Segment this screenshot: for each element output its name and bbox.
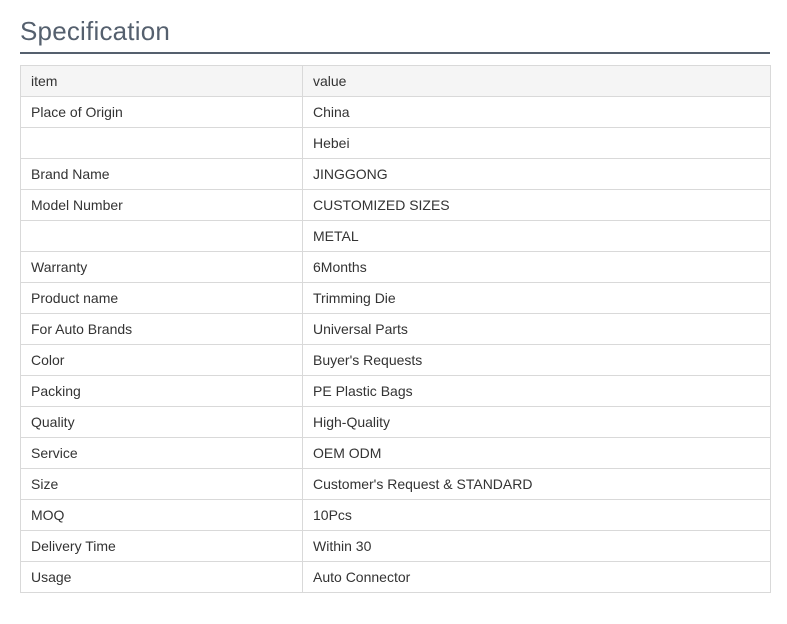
value-cell: PE Plastic Bags bbox=[302, 375, 771, 407]
table-row: Product name Trimming Die bbox=[20, 282, 771, 314]
table-row: Color Buyer's Requests bbox=[20, 344, 771, 376]
value-cell: China bbox=[302, 96, 771, 128]
value-cell: Buyer's Requests bbox=[302, 344, 771, 376]
table-row: Place of Origin China bbox=[20, 96, 771, 128]
item-cell: MOQ bbox=[20, 499, 303, 531]
item-cell: Model Number bbox=[20, 189, 303, 221]
table-row: Model Number CUSTOMIZED SIZES bbox=[20, 189, 771, 221]
header-value-cell: value bbox=[302, 65, 771, 97]
item-cell: Usage bbox=[20, 561, 303, 593]
item-cell: Warranty bbox=[20, 251, 303, 283]
table-row: Quality High-Quality bbox=[20, 406, 771, 438]
header-item-cell: item bbox=[20, 65, 303, 97]
item-cell: Quality bbox=[20, 406, 303, 438]
table-row: METAL bbox=[20, 220, 771, 252]
section-title: Specification bbox=[20, 16, 171, 46]
value-cell: Universal Parts bbox=[302, 313, 771, 345]
item-cell bbox=[20, 127, 303, 159]
value-cell: OEM ODM bbox=[302, 437, 771, 469]
item-cell: Service bbox=[20, 437, 303, 469]
item-cell: For Auto Brands bbox=[20, 313, 303, 345]
value-cell: Auto Connector bbox=[302, 561, 771, 593]
value-cell: METAL bbox=[302, 220, 771, 252]
value-cell: Hebei bbox=[302, 127, 771, 159]
table-row: Hebei bbox=[20, 127, 771, 159]
item-cell: Product name bbox=[20, 282, 303, 314]
value-cell: CUSTOMIZED SIZES bbox=[302, 189, 771, 221]
value-cell: High-Quality bbox=[302, 406, 771, 438]
table-row: Packing PE Plastic Bags bbox=[20, 375, 771, 407]
value-cell: Customer's Request & STANDARD bbox=[302, 468, 771, 500]
item-cell: Delivery Time bbox=[20, 530, 303, 562]
table-row: MOQ 10Pcs bbox=[20, 499, 771, 531]
specification-table: item value Place of Origin China Hebei B… bbox=[20, 65, 771, 593]
item-cell: Packing bbox=[20, 375, 303, 407]
table-header-row: item value bbox=[20, 65, 771, 97]
value-cell: Trimming Die bbox=[302, 282, 771, 314]
table-row: Brand Name JINGGONG bbox=[20, 158, 771, 190]
item-cell: Size bbox=[20, 468, 303, 500]
value-cell: 10Pcs bbox=[302, 499, 771, 531]
value-cell: JINGGONG bbox=[302, 158, 771, 190]
item-cell bbox=[20, 220, 303, 252]
table-row: Usage Auto Connector bbox=[20, 561, 771, 593]
table-row: For Auto Brands Universal Parts bbox=[20, 313, 771, 345]
table-row: Size Customer's Request & STANDARD bbox=[20, 468, 771, 500]
table-row: Service OEM ODM bbox=[20, 437, 771, 469]
item-cell: Place of Origin bbox=[20, 96, 303, 128]
table-row: Warranty 6Months bbox=[20, 251, 771, 283]
title-divider bbox=[20, 52, 770, 54]
item-cell: Color bbox=[20, 344, 303, 376]
value-cell: 6Months bbox=[302, 251, 771, 283]
item-cell: Brand Name bbox=[20, 158, 303, 190]
value-cell: Within 30 bbox=[302, 530, 771, 562]
table-row: Delivery Time Within 30 bbox=[20, 530, 771, 562]
